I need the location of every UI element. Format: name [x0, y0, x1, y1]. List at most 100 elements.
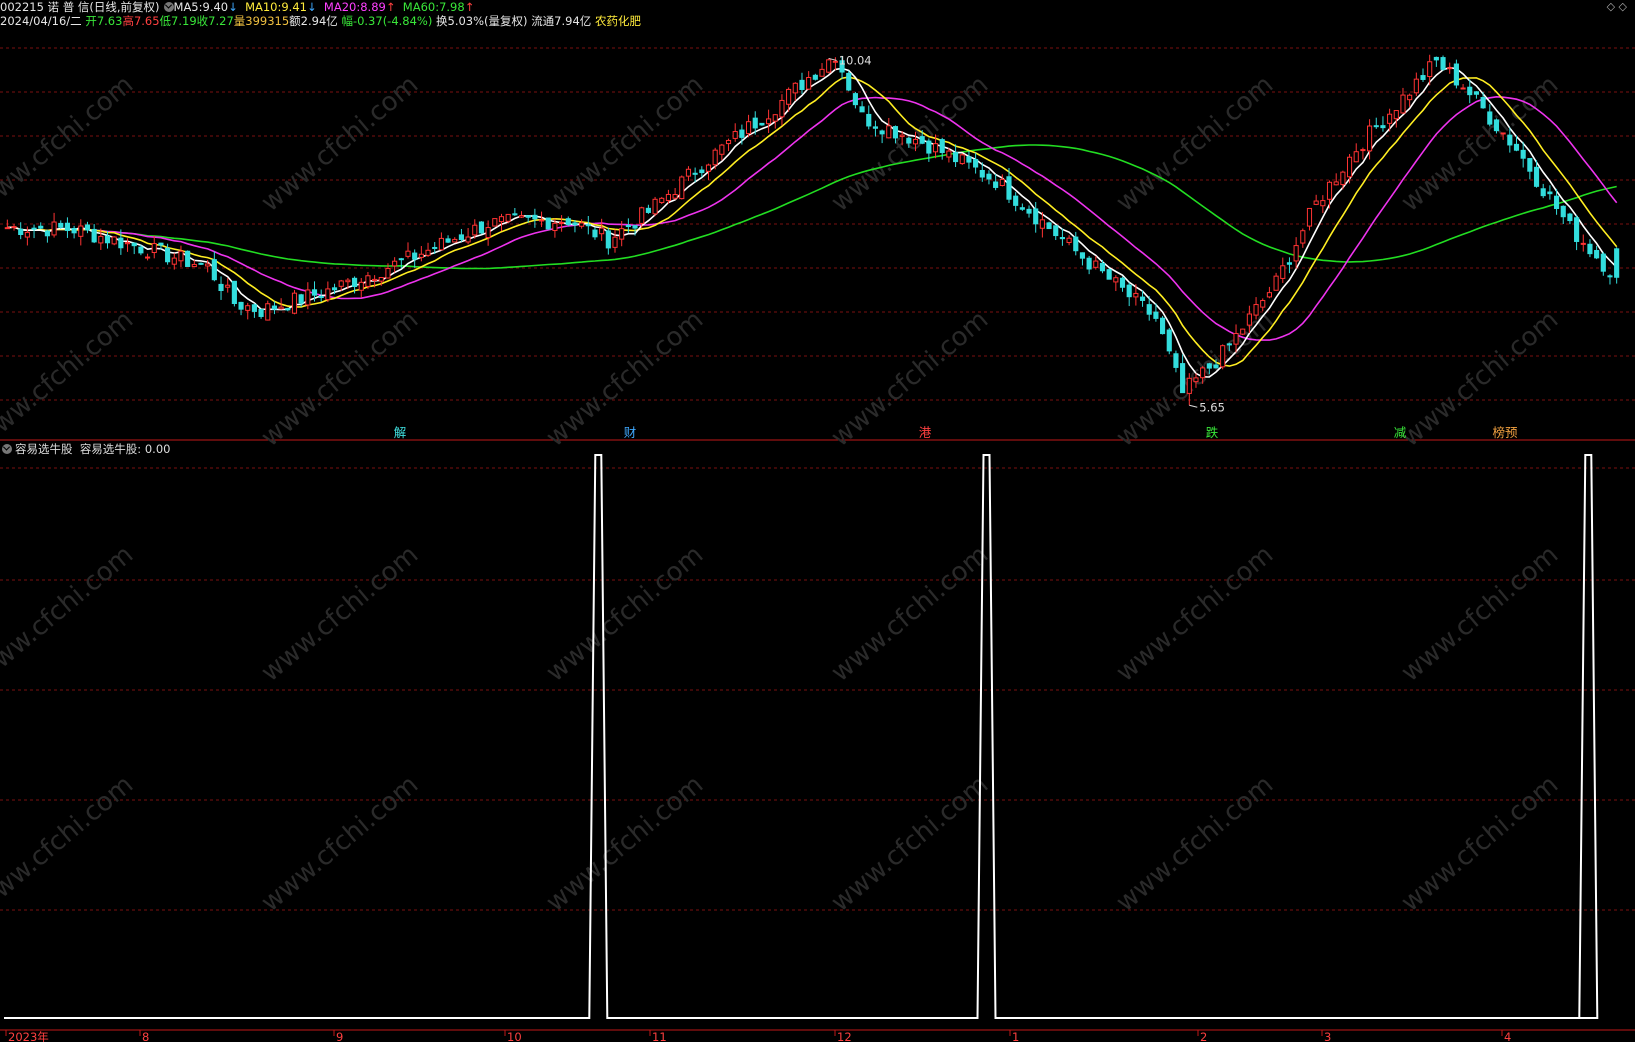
candle-body	[485, 227, 491, 239]
candle-body	[1447, 67, 1453, 70]
candle-body	[1500, 132, 1506, 135]
watermark-text: www.cfchi.com	[0, 540, 139, 688]
candle-body	[1180, 363, 1186, 394]
candle-body	[659, 197, 665, 203]
candle-body	[1093, 260, 1099, 268]
candle-body	[91, 228, 97, 243]
candle-body	[1420, 75, 1426, 80]
candle-body	[1513, 143, 1520, 151]
candle-body	[819, 68, 825, 77]
candle-body	[752, 117, 758, 129]
watermark-text: www.cfchi.com	[1111, 540, 1280, 688]
candle-body	[1033, 208, 1039, 225]
event-label-3: 跌	[1206, 425, 1219, 440]
candle-body	[879, 130, 885, 135]
candle-body	[1393, 110, 1399, 120]
candle-body	[305, 289, 311, 306]
watermark-text: www.cfchi.com	[541, 540, 710, 688]
candle-body	[1413, 78, 1419, 94]
candle-body	[1387, 113, 1393, 124]
candle-body	[71, 228, 77, 234]
candle-body	[1460, 87, 1466, 90]
watermark-text: www.cfchi.com	[1396, 540, 1565, 688]
candle-body	[1614, 248, 1620, 278]
candle-body	[311, 289, 318, 296]
candle-body	[1173, 353, 1179, 368]
candle-body	[565, 218, 571, 226]
candle-body	[812, 74, 818, 80]
candle-body	[1607, 275, 1613, 278]
high-price-label: 10.04	[839, 53, 872, 67]
candle-body	[1453, 63, 1459, 86]
event-label-4: 减	[1394, 425, 1407, 440]
stock-chart-canvas[interactable]: www.cfchi.com www.cfchi.com www.cfchi.com w…	[0, 0, 1635, 1042]
candle-body	[1253, 304, 1259, 316]
candle-body	[1493, 119, 1500, 132]
candle-body	[51, 221, 57, 236]
candle-body	[572, 222, 578, 226]
candle-body	[685, 168, 692, 177]
candle-body	[338, 280, 344, 287]
candle-body	[1160, 317, 1166, 335]
candle-body	[826, 59, 832, 73]
candle-body	[792, 82, 798, 94]
candle-body	[44, 230, 50, 237]
candle-body	[18, 228, 24, 235]
x-axis-label-8: 3	[1324, 1030, 1331, 1042]
watermark-text: www.cfchi.com	[826, 70, 995, 218]
candle-body	[919, 136, 925, 144]
candle-body	[766, 118, 772, 125]
candle-body	[111, 236, 117, 245]
watermark-text: www.cfchi.com	[0, 305, 139, 453]
candle-body	[278, 306, 284, 310]
candle-body	[425, 249, 431, 256]
candle-body	[1467, 86, 1473, 96]
candle-body	[786, 88, 792, 105]
candle-body	[191, 263, 197, 268]
candle-body	[532, 214, 538, 220]
watermark-text: www.cfchi.com	[1396, 770, 1565, 918]
candle-body	[692, 172, 698, 175]
candle-body	[846, 72, 852, 91]
candle-body	[1186, 377, 1192, 394]
candle-body	[859, 106, 865, 113]
candle-body	[352, 277, 358, 287]
candle-body	[1273, 275, 1279, 291]
candle-body	[538, 219, 545, 222]
candle-body	[545, 217, 551, 230]
candle-body	[1507, 134, 1513, 146]
candle-body	[1367, 125, 1373, 152]
candle-body	[1487, 111, 1493, 125]
candle-body	[619, 228, 625, 240]
ma10-line	[7, 76, 1618, 367]
candle-body	[1200, 367, 1206, 379]
candle-body	[959, 154, 965, 165]
ma60-line	[7, 144, 1617, 270]
candle-body	[1266, 292, 1272, 298]
watermark-text: www.cfchi.com	[826, 540, 995, 688]
candle-body	[966, 156, 972, 163]
candle-body	[999, 178, 1005, 187]
candle-body	[158, 242, 164, 246]
candle-body	[679, 176, 685, 200]
candle-body	[104, 235, 111, 244]
candle-body	[171, 257, 177, 265]
candle-body	[1240, 328, 1246, 335]
candle-body	[478, 221, 485, 234]
candle-body	[1233, 332, 1239, 345]
candle-body	[1079, 252, 1086, 259]
candle-body	[932, 143, 939, 153]
candle-body	[1213, 364, 1219, 369]
candle-body	[1353, 151, 1359, 163]
candle-body	[1373, 125, 1379, 128]
candle-body	[1553, 195, 1560, 210]
x-axis-label-0: 2023年	[8, 1030, 49, 1042]
candle-body	[218, 283, 224, 292]
candle-body	[358, 281, 364, 291]
candle-body	[1360, 149, 1366, 152]
candle-body	[1139, 296, 1146, 301]
x-axis-label-7: 2	[1200, 1030, 1207, 1042]
candle-body	[1026, 208, 1032, 214]
candle-body	[1006, 176, 1012, 200]
candle-body	[1427, 61, 1433, 78]
